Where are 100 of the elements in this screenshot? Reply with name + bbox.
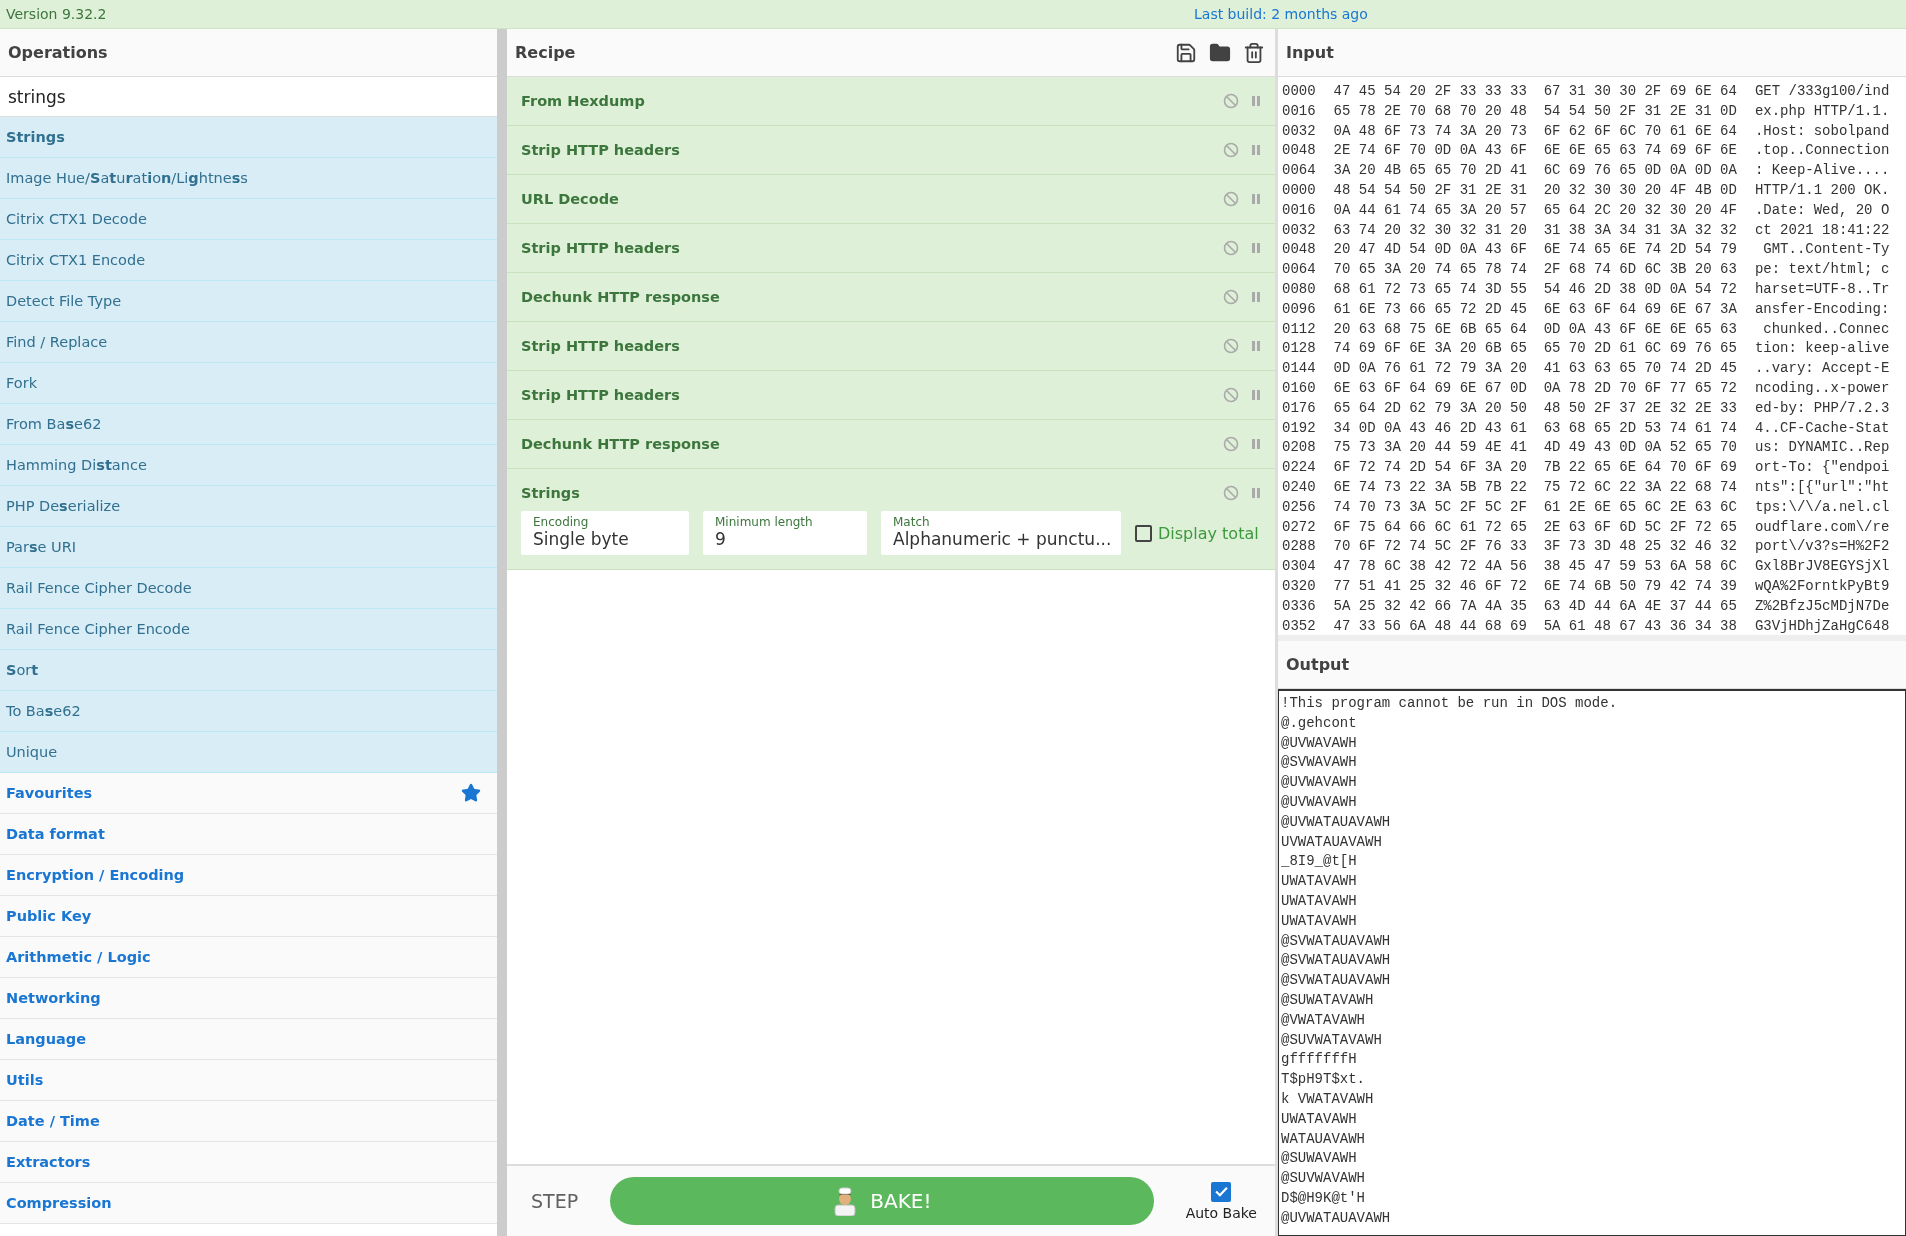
category-item[interactable]: Public Key <box>0 896 497 937</box>
operation-item[interactable]: Hamming Distance <box>0 445 497 486</box>
disable-icon[interactable] <box>1223 240 1239 256</box>
operation-item[interactable]: Parse URI <box>0 527 497 568</box>
operation-item[interactable]: From Base62 <box>0 404 497 445</box>
disable-icon[interactable] <box>1223 387 1239 403</box>
hex-offset: 0112 <box>1282 320 1316 339</box>
hex-ascii: HTTP/1.1 200 OK. <box>1754 182 1890 200</box>
operation-item[interactable]: To Base62 <box>0 691 497 732</box>
pause-icon[interactable] <box>1251 95 1261 107</box>
hex-bytes: 5A 25 32 42 66 7A 4A 35 63 4D 44 6A 4E 37 44 65 <box>1333 597 1737 616</box>
pause-icon[interactable] <box>1251 291 1261 303</box>
operation-item[interactable]: Rail Fence Cipher Decode <box>0 568 497 609</box>
operation-item[interactable]: Rail Fence Cipher Encode <box>0 609 497 650</box>
category-item[interactable]: Networking <box>0 978 497 1019</box>
auto-bake-checkbox[interactable] <box>1211 1181 1232 1202</box>
hex-offset: 0240 <box>1282 478 1316 497</box>
pause-icon[interactable] <box>1251 242 1261 254</box>
hex-offset: 0160 <box>1282 379 1316 398</box>
category-item[interactable]: Arithmetic / Logic <box>0 937 497 978</box>
hex-ascii: ..vary: Accept-E <box>1754 360 1890 379</box>
operation-item[interactable]: Detect File Type <box>0 281 497 322</box>
hex-ascii: 4..CF-Cache-Stat <box>1754 419 1890 438</box>
last-build-link[interactable]: Last build: 2 months ago <box>1194 6 1368 22</box>
pause-icon[interactable] <box>1251 340 1261 352</box>
output-line: @SUVWAVAWH <box>1281 1170 1366 1189</box>
disable-icon[interactable] <box>1223 338 1239 354</box>
output-line: @UVWAVAWH <box>1281 794 1358 812</box>
panel-title: Input <box>1286 43 1334 62</box>
bake-button[interactable]: BAKE! <box>610 1177 1154 1225</box>
hex-bytes: 0A 48 6F 73 74 3A 20 73 6F 62 6F 6C 70 61 6E 64 <box>1333 122 1737 141</box>
output-line: T$pH9T$xt. <box>1281 1071 1366 1090</box>
category-item[interactable]: Language <box>0 1019 497 1060</box>
hex-offset: 0128 <box>1282 340 1316 359</box>
category-item[interactable]: Data format <box>0 814 497 855</box>
panel-title: Output <box>1286 655 1350 674</box>
disable-icon[interactable] <box>1223 289 1239 305</box>
arg-field[interactable]: Minimum length 9 <box>703 511 867 555</box>
hex-bytes: 61 6E 73 66 65 72 2D 45 6E 63 6F 64 69 6E 67 3A <box>1333 300 1737 319</box>
operation-item[interactable]: Unique <box>0 732 497 773</box>
trash-icon[interactable] <box>1243 41 1265 64</box>
save-icon[interactable] <box>1175 41 1197 64</box>
hex-ascii: : Keep-Alive.... <box>1754 162 1890 181</box>
operation-item[interactable]: Image Hue/Saturation/Lightness <box>0 158 497 199</box>
operation-item[interactable]: Citrix CTX1 Encode <box>0 240 497 281</box>
arg-field[interactable]: Match Alphanumeric + punctu... <box>881 511 1121 555</box>
hex-offset: 0336 <box>1282 597 1316 616</box>
category-item[interactable]: Utils <box>0 1060 497 1101</box>
pause-icon[interactable] <box>1251 193 1261 205</box>
disable-icon[interactable] <box>1223 142 1239 158</box>
output-line: _8I9_@t[H <box>1281 853 1358 872</box>
hex-ascii: GMT..Content-Ty <box>1762 241 1890 260</box>
output-line: UWATAVAWH <box>1281 912 1358 931</box>
hex-bytes: 0D 0A 76 61 72 79 3A 20 41 63 63 65 70 74 2D 45 <box>1333 360 1737 379</box>
hex-bytes: 74 69 6F 6E 3A 20 6B 65 65 70 2D 61 6C 69 76 65 <box>1333 340 1737 359</box>
pause-icon[interactable] <box>1251 438 1261 450</box>
operation-item[interactable]: Fork <box>0 363 497 404</box>
category-label: Public Key <box>6 908 92 924</box>
hex-ascii: ansfer-Encoding: <box>1754 300 1890 319</box>
hex-bytes: 47 45 54 20 2F 33 33 33 67 31 30 30 2F 69 6E 64 <box>1333 83 1737 101</box>
operation-item[interactable]: Sort <box>0 650 497 691</box>
category-item[interactable]: Favourites <box>0 773 497 814</box>
operation-item[interactable]: PHP Deserialize <box>0 486 497 527</box>
disable-icon[interactable] <box>1223 191 1239 207</box>
operation-item[interactable]: Find / Replace <box>0 322 497 363</box>
pause-icon[interactable] <box>1251 144 1261 156</box>
category-item[interactable]: Encryption / Encoding <box>0 855 497 896</box>
hex-bytes: 48 54 54 50 2F 31 2E 31 20 32 30 30 20 4F 4B 0D <box>1333 182 1737 200</box>
hex-ascii: ncoding..x-power <box>1754 379 1890 398</box>
operation-item[interactable]: Strings <box>0 117 497 158</box>
output-line: @UVWAVAWH <box>1281 774 1358 793</box>
folder-icon[interactable] <box>1209 41 1231 64</box>
hex-offset: 0224 <box>1282 459 1316 478</box>
checkbox[interactable] <box>1135 524 1152 542</box>
hex-offset: 0000 <box>1282 83 1316 101</box>
disable-icon[interactable] <box>1223 93 1239 109</box>
category-label: Data format <box>6 826 105 842</box>
step-button[interactable]: STEP <box>531 1190 579 1212</box>
hex-bytes: 20 63 68 75 6E 6B 65 64 0D 0A 43 6F 6E 6E 65 63 <box>1333 320 1737 339</box>
category-item[interactable]: Date / Time <box>0 1101 497 1142</box>
hex-offset: 0320 <box>1282 577 1316 596</box>
hex-bytes: 6E 74 73 22 3A 5B 7B 22 75 72 6C 22 3A 22 68 74 <box>1333 478 1737 497</box>
output-line: @SVWATAUAVAWH <box>1281 972 1392 991</box>
hex-bytes: 47 78 6C 38 42 72 4A 56 38 45 47 59 53 6A 58 6C <box>1333 558 1737 577</box>
arg-field[interactable]: Encoding Single byte <box>521 511 689 555</box>
output-line: @UVWATAUAVAWH <box>1281 813 1392 832</box>
category-item[interactable]: Extractors <box>0 1142 497 1183</box>
pause-icon[interactable] <box>1251 487 1261 499</box>
disable-icon[interactable] <box>1223 485 1239 501</box>
panel-title: Operations <box>8 43 108 62</box>
hex-ascii: ex.php HTTP/1.1. <box>1754 102 1890 121</box>
operation-item[interactable]: Citrix CTX1 Decode <box>0 199 497 240</box>
hex-bytes: 75 73 3A 20 44 59 4E 41 4D 49 43 0D 0A 52 65 70 <box>1333 439 1737 458</box>
hex-offset: 0032 <box>1282 122 1316 141</box>
pause-icon[interactable] <box>1251 389 1261 401</box>
hex-offset: 0080 <box>1282 280 1316 299</box>
hex-bytes: 47 33 56 6A 48 44 68 69 5A 61 48 67 43 36 34 38 <box>1333 617 1737 635</box>
category-label: Extractors <box>6 1154 91 1170</box>
disable-icon[interactable] <box>1223 436 1239 452</box>
category-item[interactable]: Compression <box>0 1183 497 1224</box>
